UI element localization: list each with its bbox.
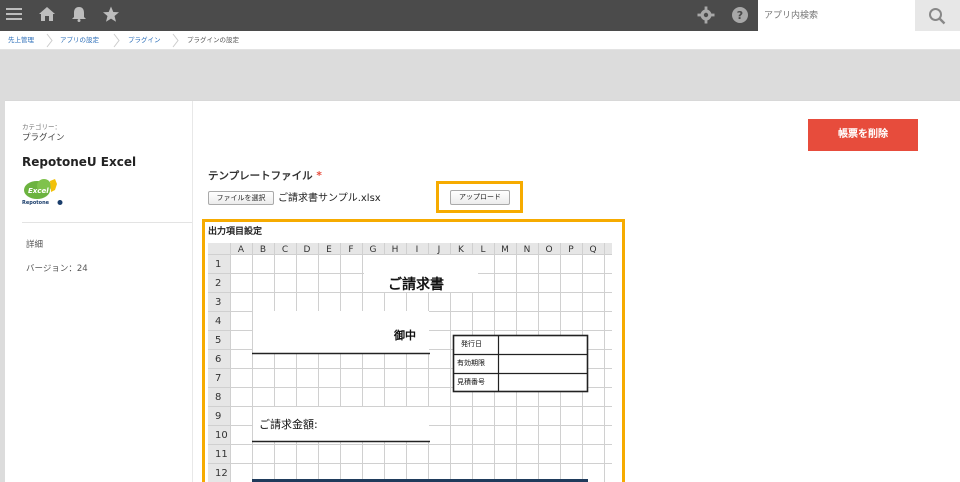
gear-icon[interactable]	[696, 6, 716, 26]
choose-file-button[interactable]: ファイルを選択	[208, 191, 274, 205]
row-header-5: 5	[215, 335, 221, 346]
selected-file-name: ご請求書サンプル.xlsx	[278, 193, 381, 204]
addressee-suffix: 御中	[394, 329, 416, 342]
header-band	[0, 50, 960, 100]
breadcrumb-item-admin[interactable]: 先上管理	[8, 31, 34, 50]
estimate-number-label: 見積番号	[457, 378, 485, 386]
column-header-B: B	[260, 245, 266, 255]
issue-date-label: 発行日	[461, 340, 482, 348]
column-header-I: I	[416, 245, 419, 255]
search-icon	[929, 8, 946, 25]
template-file-label: テンプレートファイル	[208, 170, 313, 182]
logo-brand: Repotone	[22, 200, 50, 206]
column-header-A: A	[238, 245, 245, 255]
amount-label: ご請求金額:	[259, 418, 318, 431]
column-header-P: P	[568, 245, 574, 255]
menu-icon[interactable]	[4, 6, 24, 26]
required-mark: *	[316, 170, 322, 182]
top-bar: ?	[0, 0, 960, 31]
svg-text:?: ?	[737, 9, 743, 22]
row-header-7: 7	[215, 373, 221, 384]
column-header-E: E	[326, 245, 332, 255]
column-header-H: H	[392, 245, 399, 255]
column-header-M: M	[501, 245, 509, 255]
column-header-L: L	[480, 245, 485, 255]
sidebar-divider	[22, 222, 192, 223]
category-value: プラグイン	[22, 133, 65, 143]
row-header-6: 6	[215, 354, 221, 365]
invoice-title: ご請求書	[388, 277, 444, 293]
help-icon[interactable]: ?	[730, 6, 750, 26]
breadcrumb-item-current: プラグインの設定	[187, 36, 239, 44]
output-settings-title: 出力項目設定	[208, 227, 263, 237]
row-header-4: 4	[215, 316, 221, 327]
plugin-logo: Excel Repotone	[22, 176, 64, 206]
chevron-right-icon	[113, 33, 120, 48]
column-header-N: N	[524, 245, 531, 255]
template-file-title: テンプレートファイル *	[208, 168, 322, 183]
search-button[interactable]	[915, 0, 960, 31]
home-icon[interactable]	[37, 6, 57, 26]
logo-text: Excel	[28, 187, 49, 195]
detail-link[interactable]: 詳細	[26, 238, 43, 250]
version-text: バージョン：24	[26, 264, 88, 274]
row-header-9: 9	[215, 411, 221, 422]
valid-period-label: 有効期限	[457, 359, 485, 367]
row-header-10: 10	[215, 430, 228, 441]
breadcrumb-item-app-settings[interactable]: アプリの設定	[60, 31, 99, 50]
bell-icon[interactable]	[69, 6, 89, 26]
category-label: カテゴリー：	[22, 123, 61, 131]
row-header-12: 12	[215, 468, 228, 479]
chevron-right-icon	[172, 33, 179, 48]
column-header-D: D	[304, 245, 311, 255]
search-box	[758, 0, 915, 31]
breadcrumb-item-plugin[interactable]: プラグイン	[128, 31, 161, 50]
column-header-J: J	[437, 245, 441, 255]
column-header-Q: Q	[589, 245, 596, 255]
upload-button[interactable]: アップロード	[450, 190, 510, 205]
spreadsheet-preview: ABCDEFGHIJKLMNOPQ12345678910111213 ご請求書 …	[208, 243, 612, 482]
chevron-right-icon	[46, 33, 53, 48]
breadcrumb: 先上管理 アプリの設定 プラグイン プラグインの設定	[0, 31, 960, 50]
column-header-O: O	[545, 245, 552, 255]
star-icon[interactable]	[101, 6, 121, 26]
row-header-3: 3	[215, 297, 221, 308]
plugin-name: RepotoneU Excel	[22, 155, 137, 169]
row-header-8: 8	[215, 392, 221, 403]
search-input[interactable]	[758, 0, 915, 31]
delete-form-button[interactable]: 帳票を削除	[808, 119, 918, 151]
row-header-2: 2	[215, 278, 221, 289]
column-header-G: G	[370, 245, 377, 255]
row-header-1: 1	[215, 259, 221, 270]
column-header-C: C	[282, 245, 288, 255]
column-header-F: F	[348, 245, 353, 255]
row-header-11: 11	[215, 449, 228, 460]
